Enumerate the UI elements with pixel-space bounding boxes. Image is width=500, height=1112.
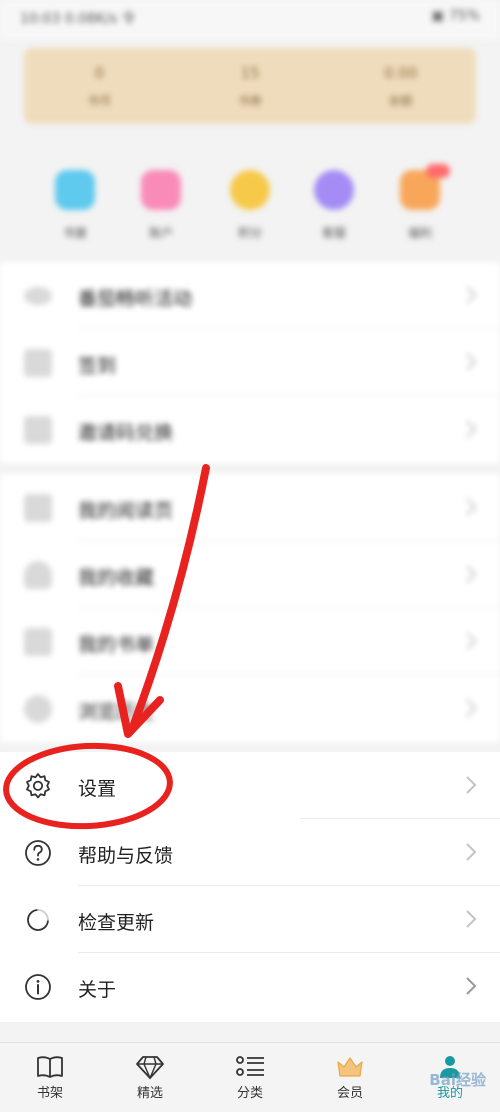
- diamond-icon: [136, 1056, 164, 1080]
- menu-item-label: 我的书单: [78, 634, 155, 656]
- red-dot-badge: [426, 164, 450, 178]
- quick-action-points[interactable]: 积分: [210, 160, 290, 241]
- chevron-right-icon: [466, 910, 477, 928]
- chevron-right-icon: [466, 286, 477, 304]
- info-icon: [25, 974, 51, 1000]
- nav-category[interactable]: 分类: [200, 1043, 300, 1112]
- calendar-icon: [24, 349, 52, 377]
- menu-item-activity[interactable]: 番茄畅听活动: [0, 262, 500, 329]
- menu-item-label: 检查更新: [78, 912, 155, 934]
- menu-section-top: 番茄畅听活动 签到 邀请码兑换: [0, 262, 500, 463]
- chevron-right-icon: [466, 353, 477, 371]
- heart-icon: [24, 561, 52, 589]
- menu-item-label: 邀请码兑换: [78, 422, 174, 444]
- nav-label: 会员: [336, 1086, 363, 1101]
- menu-item-about[interactable]: 关于: [0, 953, 500, 1020]
- menu-item-label: 番茄畅听活动: [78, 288, 193, 310]
- question-circle-icon: [25, 840, 51, 866]
- chevron-right-icon: [466, 843, 477, 861]
- list-icon: [236, 1056, 264, 1076]
- stat-balance[interactable]: 0.00 余额: [325, 48, 476, 124]
- list-icon: [24, 628, 52, 656]
- quick-action-label: 福利: [407, 226, 432, 240]
- menu-item-booklist[interactable]: 我的书单: [0, 608, 500, 675]
- chevron-right-icon: [466, 977, 477, 995]
- nav-bookshelf[interactable]: 书架: [0, 1043, 100, 1112]
- baidu-watermark: Bai经验: [429, 1071, 486, 1089]
- gear-icon: [26, 773, 50, 799]
- quick-action-account[interactable]: 账户: [121, 160, 201, 241]
- nav-label: 分类: [236, 1086, 263, 1101]
- menu-item-favorites[interactable]: 我的收藏: [0, 541, 500, 608]
- stat-coins[interactable]: 0 书币: [24, 48, 175, 124]
- ticket-icon: [24, 416, 52, 444]
- quick-actions: 书屋 账户 积分 客服 福利: [0, 160, 500, 250]
- chevron-right-icon: [466, 699, 477, 717]
- quick-action-label: 积分: [237, 226, 262, 240]
- crown-icon: [337, 1057, 363, 1077]
- menu-item-label: 我的阅读页: [78, 500, 174, 522]
- chat-icon: [314, 170, 354, 210]
- status-battery: ▣ 75%: [431, 8, 480, 24]
- coin-icon: [230, 170, 270, 210]
- bottom-nav: 书架 精选 分类 会员 我的 Bai经验: [0, 1042, 500, 1112]
- nav-label: 精选: [136, 1086, 163, 1101]
- chevron-right-icon: [466, 565, 477, 583]
- chevron-right-icon: [466, 632, 477, 650]
- menu-item-settings[interactable]: 设置: [0, 752, 500, 819]
- menu-item-label: 签到: [78, 355, 117, 377]
- nav-member[interactable]: 会员: [300, 1043, 400, 1112]
- menu-item-label: 帮助与反馈: [78, 845, 174, 867]
- stat-value: 0: [94, 63, 105, 82]
- quick-action-label: 客服: [321, 226, 346, 240]
- trash-icon: [24, 494, 52, 522]
- refresh-icon: [27, 909, 49, 931]
- stat-value: 0.00: [383, 63, 418, 82]
- menu-item-reading-page[interactable]: 我的阅读页: [0, 474, 500, 541]
- quick-action-label: 账户: [148, 226, 173, 240]
- stat-vouchers[interactable]: 15 书券: [175, 48, 326, 124]
- quick-action-label: 书屋: [62, 226, 87, 240]
- menu-section-middle: 我的阅读页 我的收藏 我的书单 浏览历史: [0, 474, 500, 742]
- menu-item-label: 关于: [78, 979, 117, 1001]
- book-icon: [37, 1056, 63, 1078]
- stat-label: 余额: [388, 93, 413, 108]
- quick-action-welfare[interactable]: 福利: [380, 160, 460, 241]
- headphone-icon: [24, 287, 52, 305]
- menu-item-help-feedback[interactable]: 帮助与反馈: [0, 819, 500, 886]
- status-time: 10:03 0.08K/s 令: [20, 11, 136, 27]
- quick-action-house[interactable]: 书屋: [35, 160, 115, 241]
- clock-icon: [24, 695, 52, 723]
- nav-featured[interactable]: 精选: [100, 1043, 200, 1112]
- status-bar: 10:03 0.08K/s 令 ▣ 75%: [0, 0, 500, 40]
- stat-label: 书券: [238, 93, 263, 108]
- menu-item-signin[interactable]: 签到: [0, 329, 500, 396]
- chevron-right-icon: [466, 776, 477, 794]
- menu-item-label: 设置: [78, 778, 117, 800]
- menu-item-history[interactable]: 浏览历史: [0, 675, 500, 742]
- chevron-right-icon: [466, 420, 477, 438]
- quick-action-service[interactable]: 客服: [294, 160, 374, 241]
- wallet-icon: [141, 170, 181, 210]
- menu-item-label: 我的收藏: [78, 567, 155, 589]
- house-icon: [55, 170, 95, 210]
- stat-label: 书币: [87, 93, 112, 108]
- nav-label: 书架: [36, 1086, 63, 1101]
- chevron-right-icon: [466, 498, 477, 516]
- menu-item-check-update[interactable]: 检查更新: [0, 886, 500, 953]
- wallet-stats-card[interactable]: 0 书币 15 书券 0.00 余额: [24, 48, 476, 124]
- stat-value: 15: [240, 63, 260, 82]
- menu-section-bottom: 设置 帮助与反馈 检查更新 关于: [0, 752, 500, 1022]
- menu-item-invite-code[interactable]: 邀请码兑换: [0, 396, 500, 463]
- menu-item-label: 浏览历史: [78, 701, 155, 723]
